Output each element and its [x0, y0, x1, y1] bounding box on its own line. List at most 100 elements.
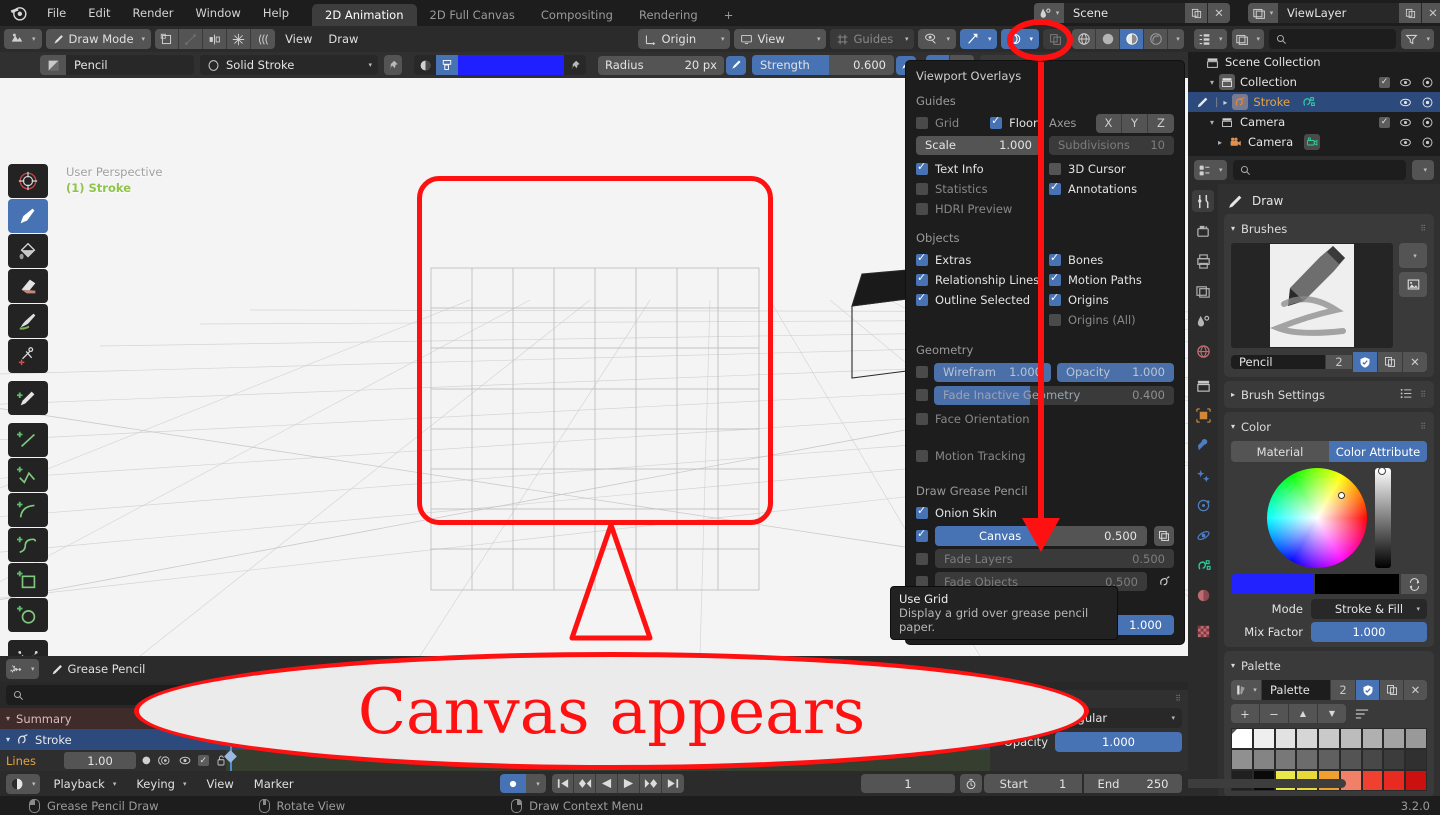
viewport-toolbar[interactable]	[8, 164, 48, 656]
play-icon[interactable]	[618, 774, 640, 793]
color-panel-header[interactable]: ▾ Color ⠿	[1231, 417, 1427, 436]
tab-color-attribute[interactable]: Color Attribute	[1329, 441, 1427, 462]
axis-z-button[interactable]: Z	[1148, 114, 1174, 133]
statistics-toggle[interactable]: Statistics	[916, 179, 1041, 199]
brush-preview-icon[interactable]	[40, 55, 66, 75]
outliner-row-camera[interactable]: ▸ Camera	[1188, 132, 1440, 152]
grid-settings-icon[interactable]	[1154, 525, 1174, 546]
pivot-point-selector[interactable]: View ▾	[734, 29, 827, 49]
palette-swatch[interactable]	[1383, 749, 1406, 770]
new-scene-button[interactable]	[1185, 3, 1207, 23]
rendered-shading-icon[interactable]	[1144, 29, 1168, 49]
secondary-color-swatch[interactable]	[1315, 574, 1399, 594]
collection-tab-icon[interactable]	[1192, 374, 1214, 396]
tab-material[interactable]: Material	[1231, 441, 1329, 462]
play-reverse-icon[interactable]	[596, 774, 618, 793]
mode-selector[interactable]: Draw Mode ▾	[45, 29, 152, 49]
properties-search-input[interactable]	[1232, 160, 1407, 180]
workspace-tab-2d-full-canvas[interactable]: 2D Full Canvas	[417, 4, 528, 26]
fade-layers-row[interactable]: Fade Layers 0.500	[916, 548, 1174, 569]
render-tab-icon[interactable]	[1192, 220, 1214, 242]
close-icon[interactable]: ✕	[1403, 352, 1427, 372]
extras-checkbox[interactable]	[916, 251, 928, 266]
camera-render-icon[interactable]	[1421, 116, 1434, 129]
auto-keying-dropdown[interactable]: ▾	[526, 774, 546, 793]
add-workspace-button[interactable]: +	[711, 4, 747, 26]
properties-options-dropdown[interactable]: ▾	[1412, 160, 1434, 180]
stopwatch-icon[interactable]	[960, 774, 982, 793]
close-icon[interactable]: ✕	[1404, 680, 1427, 700]
opacity-field[interactable]: Opacity 1.000	[1057, 362, 1174, 382]
layer-opacity-field[interactable]: 1.000	[1055, 732, 1182, 752]
primary-color-swatch[interactable]	[1231, 574, 1313, 594]
brush-image-icon[interactable]	[1399, 272, 1427, 297]
record-icon[interactable]	[500, 774, 526, 793]
brushes-panel-header[interactable]: ▾ Brushes ⠿	[1231, 219, 1427, 238]
palette-swatch[interactable]	[1274, 749, 1297, 770]
timeline-view-menu[interactable]: View	[201, 774, 240, 794]
text-info-toggle[interactable]: Text Info	[916, 159, 1041, 179]
arc-tool-icon[interactable]	[8, 493, 48, 527]
outliner-row-camera-collection[interactable]: ▾ Camera ✓	[1188, 112, 1440, 132]
material-selector[interactable]: Solid Stroke ▾	[200, 55, 378, 75]
brushes-panel[interactable]: ▾ Brushes ⠿ ▾ Pencil 2 ✕	[1224, 214, 1434, 377]
jump-to-next-keyframe-icon[interactable]	[640, 774, 662, 793]
end-frame-field[interactable]: End 250	[1084, 774, 1182, 793]
relationship-lines-toggle[interactable]: Relationship Lines	[916, 270, 1041, 290]
palette-panel-header[interactable]: ▾ Palette	[1231, 656, 1427, 675]
disclosure-triangle[interactable]: ▸	[1218, 138, 1222, 147]
brush-settings-panel[interactable]: ▸ Brush Settings ⠿	[1224, 381, 1434, 408]
snapping-selector[interactable]: Guides ▾	[830, 29, 915, 49]
pencil-brush-preview-icon[interactable]	[1231, 243, 1393, 348]
viewport-overlays-popup[interactable]: Viewport Overlays Guides Grid Floor Scal…	[905, 60, 1185, 645]
remove-viewlayer-button[interactable]: ✕	[1422, 3, 1440, 23]
color-wheel-cursor[interactable]	[1338, 492, 1345, 499]
outliner-row-stroke[interactable]: | ▸ Stroke	[1188, 92, 1440, 112]
object-tab-icon[interactable]	[1192, 404, 1214, 426]
transport-controls[interactable]	[552, 774, 684, 793]
color-wheel[interactable]	[1267, 468, 1367, 568]
hdri-preview-checkbox[interactable]	[916, 203, 928, 215]
jump-to-end-icon[interactable]	[662, 774, 684, 793]
axes-buttons[interactable]: X Y Z	[1096, 113, 1174, 133]
outline-selected-checkbox[interactable]	[916, 291, 928, 306]
interpolate-tool-icon[interactable]	[8, 640, 48, 656]
brush-strength-field[interactable]: Strength 0.600	[752, 55, 894, 75]
face-orientation-checkbox[interactable]	[916, 413, 928, 425]
shading-dropdown-arrow[interactable]: ▾	[1168, 29, 1184, 49]
palette-swatch[interactable]	[1318, 728, 1340, 749]
object-visibility-button[interactable]: ▾	[918, 29, 956, 49]
annotations-checkbox[interactable]	[1049, 180, 1061, 195]
statistics-checkbox[interactable]	[916, 183, 928, 195]
fade-inactive-checkbox[interactable]	[916, 389, 928, 401]
start-frame-field[interactable]: Start 1	[984, 774, 1082, 793]
curve-tool-icon[interactable]	[8, 528, 48, 562]
motion-tracking-checkbox[interactable]	[916, 450, 928, 462]
motion-paths-checkbox[interactable]	[1049, 271, 1061, 286]
snap-lock-icon[interactable]	[227, 29, 252, 49]
shield-icon[interactable]	[1353, 352, 1377, 372]
camera-data-icon[interactable]	[1304, 134, 1321, 150]
brush-color-group[interactable]	[414, 55, 586, 75]
eye-icon[interactable]	[1399, 76, 1412, 89]
palette-swatch[interactable]	[1274, 728, 1297, 749]
transform-orientation-selector[interactable]: Origin ▾	[638, 29, 731, 49]
select-mode-icon[interactable]	[179, 29, 204, 49]
bones-toggle[interactable]: Bones	[1049, 250, 1174, 270]
grid-scale-row[interactable]: Scale 1.000	[916, 135, 1041, 155]
jump-to-prev-keyframe-icon[interactable]	[574, 774, 596, 793]
triangle-down-icon[interactable]: ▼	[1318, 704, 1346, 723]
palette-swatch[interactable]	[1339, 749, 1362, 770]
brush-preset-dropdown[interactable]: ▾	[1399, 243, 1427, 268]
box-tool-icon[interactable]	[8, 563, 48, 597]
eye-icon[interactable]	[1399, 96, 1412, 109]
physics-tab-icon[interactable]	[1192, 524, 1214, 546]
outliner-display-icon[interactable]: ▾	[1194, 29, 1227, 49]
palette-swatch[interactable]	[1405, 770, 1428, 791]
marker-menu[interactable]: Marker	[248, 774, 300, 794]
material-tab-icon[interactable]	[1192, 584, 1214, 606]
menu-render[interactable]: Render	[122, 0, 185, 26]
value-slider[interactable]	[1375, 467, 1391, 568]
chevron-right-icon[interactable]: ▸	[1231, 390, 1235, 399]
origins-all-checkbox[interactable]	[1049, 314, 1061, 326]
